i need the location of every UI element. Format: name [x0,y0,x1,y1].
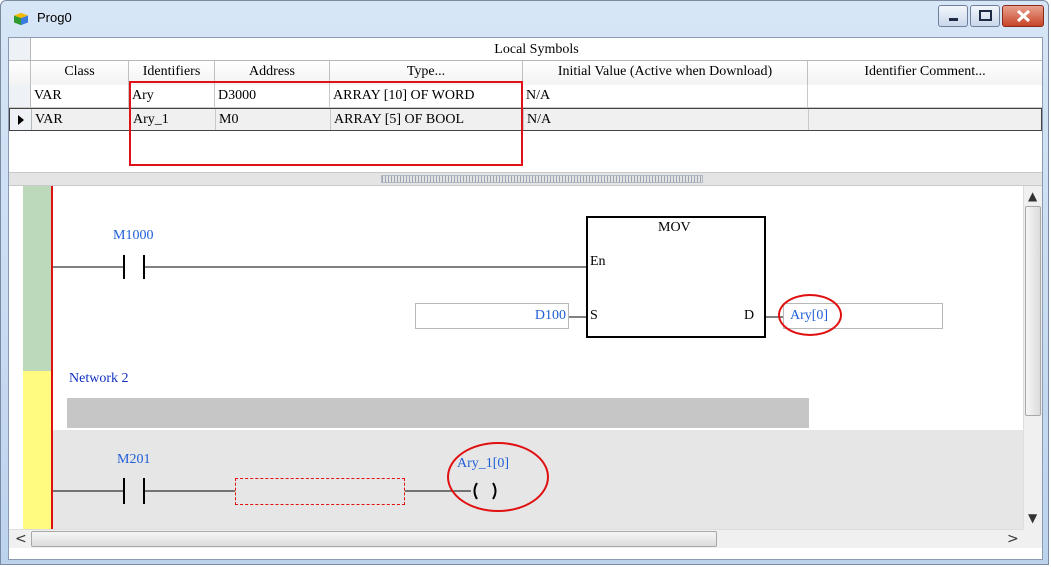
cell-initial-value[interactable]: N/A [523,85,808,107]
pin-d-label: D [744,308,755,323]
empty-instruction-placeholder[interactable] [235,478,405,505]
cell-initial-value[interactable]: N/A [524,109,809,130]
instruction-name: MOV [658,220,691,235]
col-identifiers[interactable]: Identifiers [129,61,215,85]
row-header[interactable] [10,109,32,130]
close-button[interactable] [1002,5,1044,27]
cell-class[interactable]: VAR [32,109,130,130]
cell-address[interactable]: D3000 [215,85,330,107]
vertical-scroll-thumb[interactable] [1025,206,1041,416]
group-header-label: Local Symbols [494,42,579,57]
minimize-button[interactable] [938,5,968,27]
cell-comment[interactable] [809,109,1041,130]
local-symbols-table: Local Symbols Class Identifiers Address … [9,38,1042,172]
scroll-right-icon[interactable]: > [1007,531,1019,547]
cell-comment[interactable] [808,85,1042,107]
cell-class[interactable]: VAR [31,85,129,107]
current-row-arrow-icon [18,115,24,125]
corner-cell [9,38,31,60]
pin-s-label: S [590,308,598,323]
cell-address[interactable]: M0 [216,109,331,130]
vertical-scrollbar[interactable]: ▲ ▼ [1023,186,1042,529]
pane-splitter[interactable] [9,172,1042,186]
close-icon [1016,9,1031,23]
col-address[interactable]: Address [215,61,330,85]
coil-label[interactable]: Ary_1[0] [457,456,509,472]
window-title: Prog0 [37,10,72,25]
table-row[interactable]: VAR Ary D3000 ARRAY [10] OF WORD N/A [9,85,1042,108]
column-headers: Class Identifiers Address Type... Initia… [9,61,1042,85]
maximize-button[interactable] [970,5,1000,27]
source-operand: D100 [534,308,566,323]
horizontal-scroll-thumb[interactable] [31,531,717,547]
pin-en-label: En [590,254,606,269]
col-class[interactable]: Class [31,61,129,85]
mov-instruction-block[interactable]: MOV En S D [586,216,766,338]
scrollbar-corner [1023,529,1042,548]
cell-identifier[interactable]: Ary_1 [130,109,216,130]
cell-identifier[interactable]: Ary [129,85,215,107]
program-window: Prog0 Local Symbols Class Identifiers Ad… [0,0,1049,565]
col-initial-value[interactable]: Initial Value (Active when Download) [523,61,808,85]
splitter-grip[interactable] [381,175,703,183]
col-type[interactable]: Type... [330,61,523,85]
table-row-selected[interactable]: VAR Ary_1 M0 ARRAY [5] OF BOOL N/A [9,108,1042,131]
ladder-wires [53,255,783,504]
symbols-group-header: Local Symbols [9,38,1042,61]
title-bar[interactable]: Prog0 [1,1,1048,37]
maximize-icon [979,10,992,21]
horizontal-scrollbar[interactable]: < > [9,529,1023,548]
dest-operand-field[interactable]: Ary[0] [783,303,943,329]
ladder-editor[interactable]: M1000 MOV En S D D100 Ary[0] Network 2 M… [9,186,1023,529]
scroll-down-icon[interactable]: ▼ [1028,511,1037,525]
dest-operand: Ary[0] [790,308,829,323]
contact-label-m201[interactable]: M201 [117,452,150,468]
window-client: Local Symbols Class Identifiers Address … [8,37,1043,560]
cell-type[interactable]: ARRAY [10] OF WORD [330,85,523,107]
network2-label: Network 2 [69,371,129,386]
minimize-icon [949,18,958,21]
row-header-corner [9,61,31,85]
scroll-up-icon[interactable]: ▲ [1028,189,1037,203]
source-operand-field[interactable]: D100 [415,303,569,329]
row-header[interactable] [9,85,31,107]
scroll-left-icon[interactable]: < [15,531,27,547]
contact-label-m1000[interactable]: M1000 [113,228,153,244]
program-icon [14,12,28,26]
col-identifier-comment[interactable]: Identifier Comment... [808,61,1042,85]
cell-type[interactable]: ARRAY [5] OF BOOL [331,109,524,130]
